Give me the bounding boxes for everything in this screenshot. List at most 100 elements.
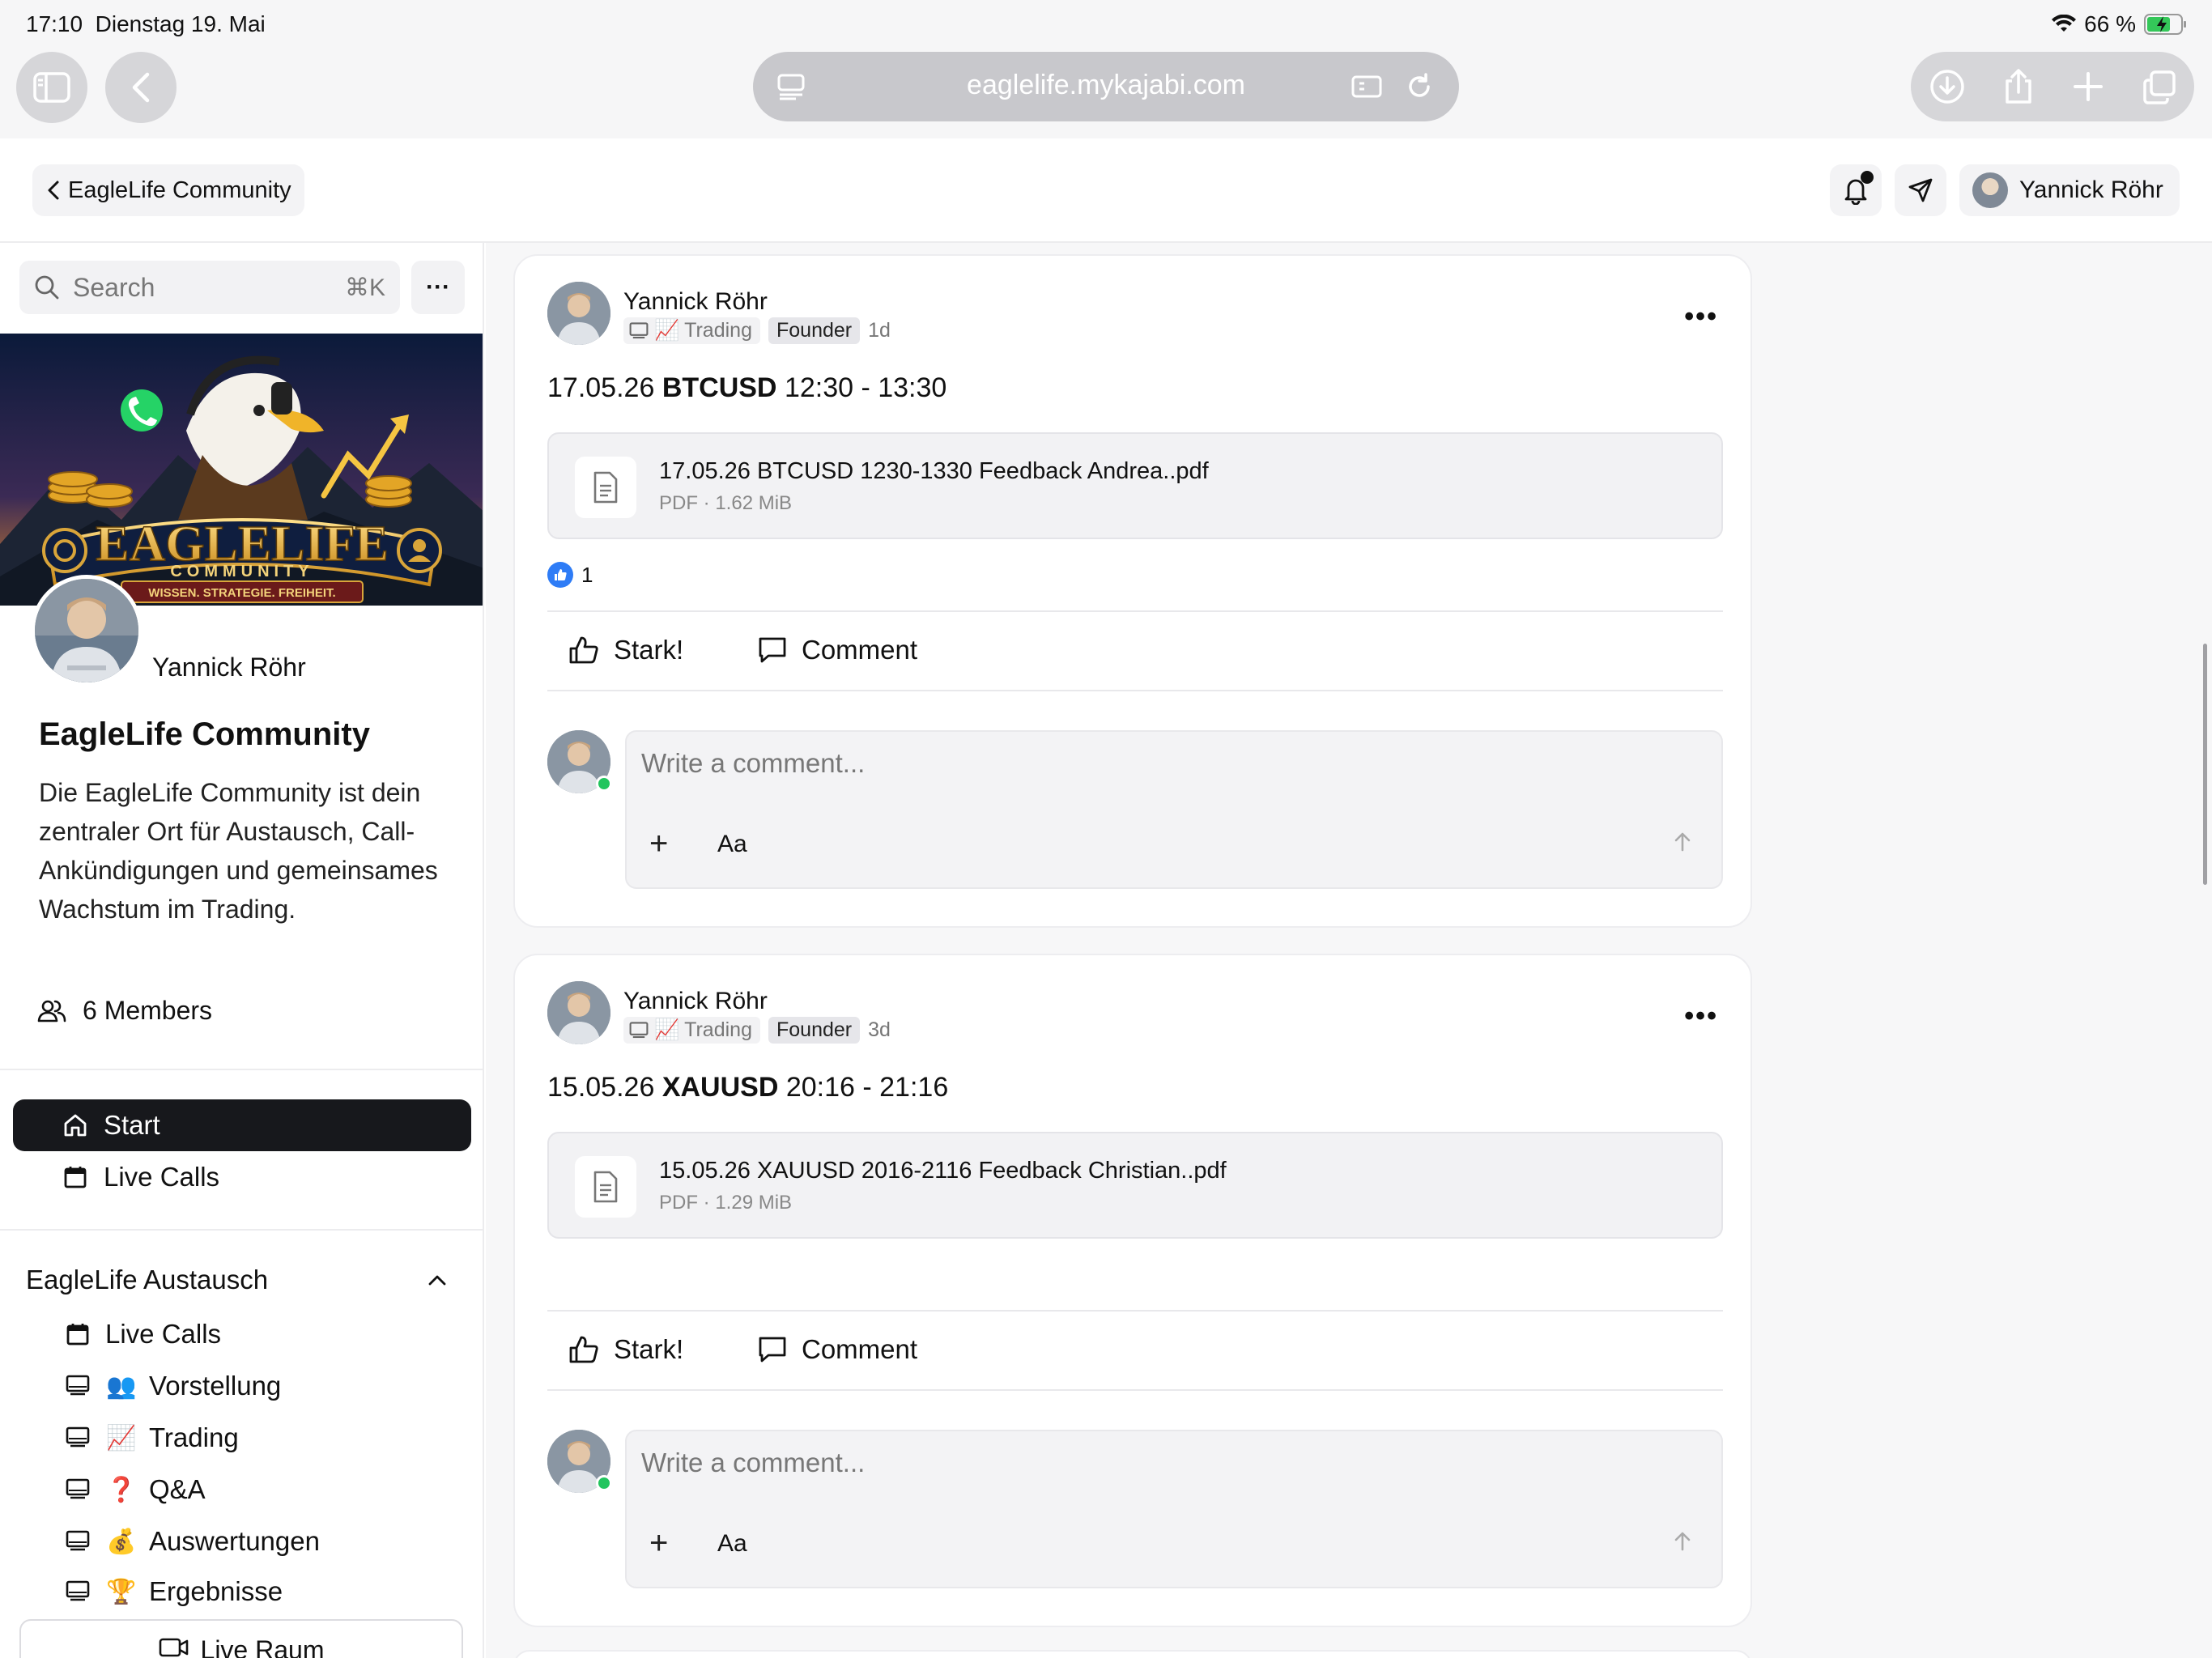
post-title: 15.05.26 XAUUSD 20:16 - 21:16 (547, 1072, 949, 1103)
share-icon[interactable] (1998, 66, 2039, 107)
browser-actions (1911, 52, 2194, 121)
post-channel[interactable]: 📈 Trading (623, 1017, 760, 1044)
tabs-overview-icon[interactable] (2139, 66, 2180, 107)
post-channel[interactable]: 📈 Trading (623, 317, 760, 344)
user-menu-button[interactable]: Yannick Röhr (1959, 164, 2180, 216)
pdf-attachment[interactable]: 15.05.26 XAUUSD 2016-2116 Feedback Chris… (547, 1132, 1723, 1239)
eaglelife-logo-banner: EAGLELIFE COMMUNITY WISSEN. STRATEGIE. F… (0, 334, 483, 606)
post-options-button[interactable]: ••• (1684, 301, 1718, 333)
user-name: Yannick Röhr (2019, 176, 2163, 203)
reader-extension-icon[interactable] (1349, 68, 1386, 105)
banner-tagline: WISSEN. STRATEGIE. FREIHEIT. (148, 586, 335, 600)
battery-percent: 66 % (2084, 11, 2136, 36)
nav-item-live-calls[interactable]: Live Calls (13, 1151, 471, 1203)
author-avatar[interactable] (547, 282, 610, 345)
text-format-button[interactable]: Aa (717, 831, 747, 858)
channel-name: Trading (684, 1018, 752, 1041)
browser-chrome: 17:10 Dienstag 19. Mai 66 % eaglelife.my… (0, 0, 2212, 138)
question-emoji-icon: ❓ (106, 1476, 137, 1503)
channel-name: Trading (684, 319, 752, 342)
page-scrollbar[interactable] (2203, 644, 2207, 885)
like-count: 1 (581, 562, 593, 587)
nav-label: Live Calls (104, 1162, 220, 1192)
like-button[interactable]: Stark! (568, 1334, 683, 1365)
status-time: 17:10 Dienstag 19. Mai (26, 11, 266, 36)
feed: Yannick Röhr 📈 Trading Founder 1d ••• 17… (486, 243, 2212, 1658)
app-header: EagleLife Community Yannick Röhr (0, 138, 2212, 243)
members-count[interactable]: 6 Members (37, 996, 212, 1026)
divider (547, 1389, 1723, 1391)
current-user-avatar (547, 730, 612, 793)
calendar-icon (62, 1163, 89, 1191)
monitor-icon (629, 321, 649, 338)
add-attachment-button[interactable]: + (649, 1527, 668, 1559)
url-bar[interactable]: eaglelife.mykajabi.com (753, 52, 1459, 121)
comment-input[interactable]: Write a comment... + Aa (625, 1430, 1723, 1588)
search-placeholder: Search (73, 272, 155, 302)
attachment-name: 15.05.26 XAUUSD 2016-2116 Feedback Chris… (659, 1158, 1227, 1184)
download-icon[interactable] (1927, 66, 1967, 107)
post-author[interactable]: Yannick Röhr (623, 288, 768, 316)
comment-button[interactable]: Comment (758, 1334, 917, 1365)
wifi-icon (2052, 15, 2077, 32)
browser-back-button[interactable] (105, 52, 177, 123)
add-attachment-button[interactable]: + (649, 827, 668, 860)
live-room-label: Live Raum (200, 1635, 325, 1658)
reactions-summary[interactable]: 1 (547, 562, 593, 588)
search-icon (35, 275, 59, 300)
post-age: 1d (868, 319, 891, 342)
comment-icon (759, 1337, 786, 1363)
post-author[interactable]: Yannick Röhr (623, 988, 768, 1015)
text-format-button[interactable]: Aa (717, 1530, 747, 1558)
post-card: Yannick Röhr 📈 Trading Founder 3d ••• 15… (513, 954, 1752, 1627)
community-back-button[interactable]: EagleLife Community (32, 164, 304, 216)
messages-button[interactable] (1895, 164, 1946, 216)
chart-emoji-icon: 📈 (654, 319, 680, 342)
reload-icon[interactable] (1401, 68, 1438, 105)
comment-input[interactable]: Write a comment... + Aa (625, 730, 1723, 889)
author-avatar[interactable] (547, 981, 610, 1044)
channel-auswertungen[interactable]: 💰 Auswertungen (62, 1517, 320, 1566)
section-title: EagleLife Austausch (26, 1265, 269, 1295)
pdf-attachment[interactable]: 17.05.26 BTCUSD 1230-1330 Feedback Andre… (547, 432, 1723, 539)
channel-trading[interactable]: 📈 Trading (62, 1414, 239, 1462)
owner-name: Yannick Röhr (152, 653, 306, 682)
chevron-left-icon (48, 181, 59, 200)
arrow-up-icon (1674, 832, 1691, 852)
send-comment-button[interactable] (1673, 831, 1692, 857)
channel-live-calls[interactable]: Live Calls (62, 1310, 221, 1358)
user-avatar (1972, 172, 2008, 208)
channel-label: Auswertungen (149, 1526, 320, 1556)
sidebar-icon (33, 72, 70, 103)
section-eaglelife-austausch[interactable]: EagleLife Austausch (26, 1265, 447, 1295)
attachment-meta: PDF · 1.62 MiB (659, 492, 793, 514)
search-input[interactable]: Search ⌘K (19, 261, 400, 314)
post-meta: 📈 Trading Founder 1d (623, 317, 891, 344)
channel-qa[interactable]: ❓ Q&A (62, 1465, 206, 1514)
like-button[interactable]: Stark! (568, 635, 683, 665)
comment-placeholder: Write a comment... (641, 748, 866, 778)
comment-button[interactable]: Comment (758, 635, 917, 665)
calendar-icon (62, 1318, 94, 1350)
status-indicators: 66 % (2052, 11, 2188, 37)
members-label: 6 Members (83, 996, 213, 1025)
like-label: Stark! (614, 1334, 684, 1364)
back-label: EagleLife Community (68, 176, 291, 203)
chart-emoji-icon: 📈 (654, 1018, 680, 1041)
channel-vorstellung[interactable]: 👥 Vorstellung (62, 1362, 281, 1410)
chevron-up-icon (428, 1275, 446, 1286)
post-options-button[interactable]: ••• (1684, 1001, 1718, 1032)
notifications-button[interactable] (1830, 164, 1882, 216)
sidebar-toggle-button[interactable] (16, 52, 87, 123)
comment-label: Comment (802, 1334, 918, 1364)
channel-label: Q&A (149, 1474, 206, 1504)
channel-ergebnisse[interactable]: 🏆 Ergebnisse (62, 1567, 283, 1616)
thumbs-up-icon (569, 636, 598, 664)
nav-item-start[interactable]: Start (13, 1099, 471, 1151)
live-room-button[interactable]: Live Raum (19, 1619, 463, 1658)
send-comment-button[interactable] (1673, 1530, 1692, 1557)
monitor-icon (62, 1575, 94, 1608)
new-tab-icon[interactable] (2068, 66, 2108, 107)
sidebar-more-button[interactable]: ··· (411, 261, 465, 314)
monitor-icon (62, 1422, 94, 1454)
